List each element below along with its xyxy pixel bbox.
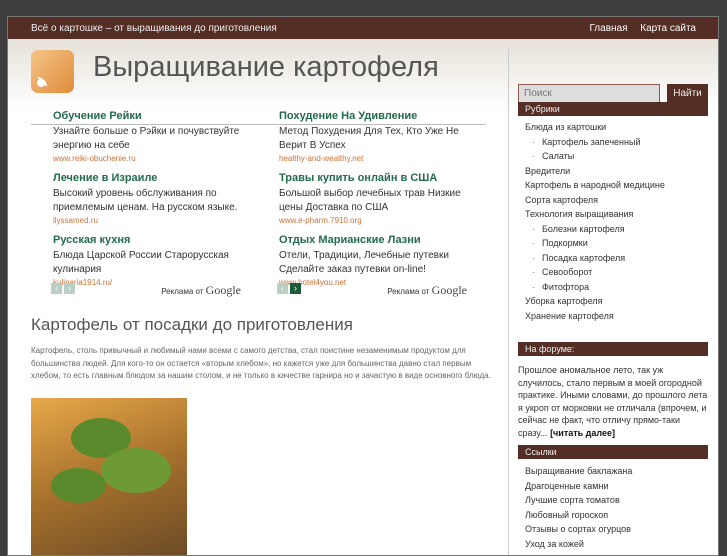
article-title[interactable]: Картофель от посадки до приготовления	[31, 315, 353, 335]
ad-url[interactable]: www.e-pharm.7910.org	[279, 216, 362, 225]
page: Всё о картошке – от выращивания до приго…	[7, 16, 719, 556]
nav-home[interactable]: Главная	[589, 23, 627, 34]
ad-footer: ‹ › Реклама от Google	[277, 283, 467, 298]
nav-sitemap[interactable]: Карта сайта	[640, 23, 696, 34]
read-more-link[interactable]: [читать далее]	[550, 428, 615, 438]
category-link[interactable]: Вредители	[518, 164, 708, 179]
ad-text: Блюда Царской России Старорусская кулина…	[53, 250, 229, 275]
top-nav: Главная Карта сайта	[579, 23, 696, 34]
sidebar-link[interactable]: Лучшие сорта томатов	[518, 493, 708, 508]
category-link[interactable]: Хранение картофеля	[518, 309, 708, 324]
category-link[interactable]: Посадка картофеля	[518, 251, 708, 266]
category-link[interactable]: Подкормки	[518, 236, 708, 251]
search-input[interactable]	[518, 84, 660, 103]
links-list: Выращивание баклажана Драгоценные камни Лу…	[518, 459, 708, 551]
column-divider	[508, 49, 509, 555]
potato-plant-image	[31, 398, 187, 555]
category-link[interactable]: Фитофтора	[518, 280, 708, 295]
ad-url[interactable]: healthy-and-wealthy.net	[279, 154, 363, 163]
ad-item: Травы купить онлайн в США Большой выбор л…	[279, 172, 479, 226]
category-link[interactable]: Технология выращивания	[518, 207, 708, 222]
ad-item: Обучение Рейки Узнайте больше о Рэйки и п…	[53, 110, 253, 164]
sidebar-link[interactable]: Любовный гороскоп	[518, 508, 708, 523]
rss-icon[interactable]	[31, 50, 74, 93]
ad-item: Лечение в Израиле Высокий уровень обслужи…	[53, 172, 253, 226]
ad-title[interactable]: Обучение Рейки	[53, 110, 253, 122]
ad-item: Русская кухня Блюда Царской России Старор…	[53, 234, 253, 288]
ad-title[interactable]: Травы купить онлайн в США	[279, 172, 479, 184]
sidebar-link[interactable]: Отзывы о сортах огурцов	[518, 522, 708, 537]
next-ad-button[interactable]: ›	[290, 283, 301, 294]
category-link[interactable]: Болезни картофеля	[518, 222, 708, 237]
ads-by-google[interactable]: Реклама от Google	[387, 283, 467, 298]
ad-url[interactable]: ilyssamed.ru	[53, 216, 98, 225]
search-button[interactable]: Найти	[667, 84, 708, 103]
prev-ad-button[interactable]: ‹	[51, 283, 62, 294]
sidebar-link[interactable]: Уход за кожей	[518, 537, 708, 552]
categories-widget: Рубрики Блюда из картошкиКартофель запеч…	[518, 102, 708, 323]
site-tagline: Всё о картошке – от выращивания до приго…	[31, 22, 277, 34]
forum-excerpt: Прошлое аномальное лето, так уж случилос…	[518, 365, 708, 438]
prev-ad-button[interactable]: ‹	[277, 283, 288, 294]
site-title[interactable]: Выращивание картофеля	[93, 51, 439, 84]
forum-widget: На форуме: Прошлое аномальное лето, так …	[518, 342, 708, 447]
ad-text: Отели, Традиции, Лечебные путевки Сделай…	[279, 250, 449, 275]
sidebar-link[interactable]: Драгоценные камни	[518, 479, 708, 494]
ad-title[interactable]: Отдых Марианские Лазни	[279, 234, 479, 246]
ad-title[interactable]: Лечение в Израиле	[53, 172, 253, 184]
ad-text: Метод Похудения Для Тех, Кто Уже Не Вери…	[279, 126, 459, 151]
widget-title: Рубрики	[518, 102, 708, 116]
category-link[interactable]: Картофель в народной медицине	[518, 178, 708, 193]
ad-footer: ‹ › Реклама от Google	[51, 283, 241, 298]
ad-text: Большой выбор лечебных трав Низкие цены …	[279, 188, 461, 213]
category-link[interactable]: Блюда из картошки	[518, 120, 708, 135]
category-link[interactable]: Сорта картофеля	[518, 193, 708, 208]
article-intro: Картофель, столь привычный и любимый нам…	[31, 346, 491, 380]
links-widget: Ссылки Выращивание баклажана Драгоценные …	[518, 445, 708, 551]
widget-title: На форуме:	[518, 342, 708, 356]
widget-title: Ссылки	[518, 445, 708, 459]
ads-by-google[interactable]: Реклама от Google	[161, 283, 241, 298]
ad-text: Узнайте больше о Рэйки и почувствуйте эн…	[53, 126, 240, 151]
header: Выращивание картофеля Найти	[8, 39, 718, 125]
next-ad-button[interactable]: ›	[64, 283, 75, 294]
category-link[interactable]: Севооборот	[518, 265, 708, 280]
category-link[interactable]: Уборка картофеля	[518, 294, 708, 309]
ad-item: Похудение На Удивление Метод Похудения Дл…	[279, 110, 479, 164]
ad-item: Отдых Марианские Лазни Отели, Традиции, Л…	[279, 234, 479, 288]
ad-text: Высокий уровень обслуживания по приемлем…	[53, 188, 238, 213]
ad-title[interactable]: Русская кухня	[53, 234, 253, 246]
category-link[interactable]: Картофель запеченный	[518, 135, 708, 150]
ad-column: Обучение Рейки Узнайте больше о Рэйки и п…	[53, 110, 253, 296]
sidebar-link[interactable]: Выращивание баклажана	[518, 464, 708, 479]
ad-column: Похудение На Удивление Метод Похудения Дл…	[279, 110, 479, 296]
top-bar: Всё о картошке – от выращивания до приго…	[8, 17, 718, 39]
category-link[interactable]: Салаты	[518, 149, 708, 164]
ad-title[interactable]: Похудение На Удивление	[279, 110, 479, 122]
ad-url[interactable]: www.reiki-obuchenie.ru	[53, 154, 136, 163]
category-list: Блюда из картошкиКартофель запеченныйСал…	[518, 116, 708, 323]
